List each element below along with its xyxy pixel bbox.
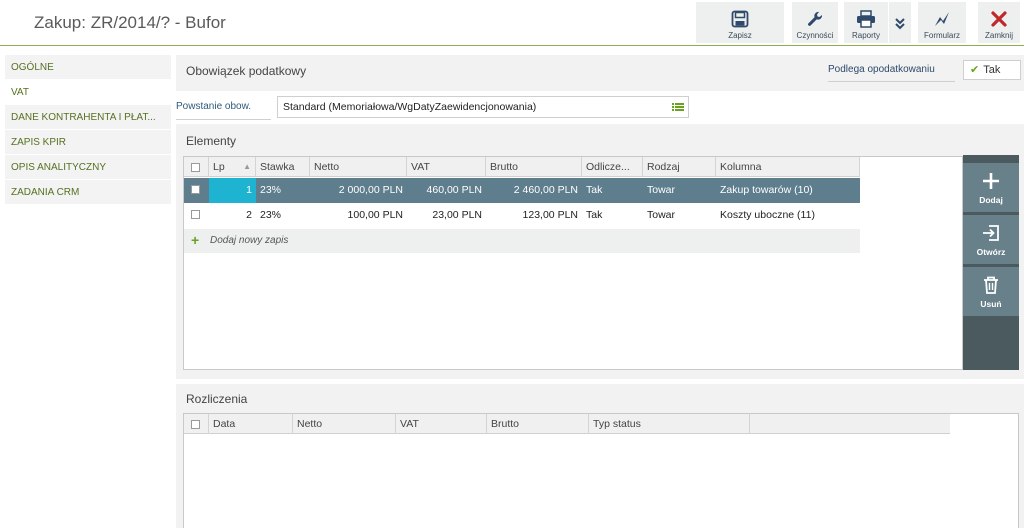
reports-dropdown-button[interactable] <box>889 2 911 43</box>
col-vat[interactable]: VAT <box>407 157 486 177</box>
cell-net[interactable]: 100,00 PLN <box>310 203 407 228</box>
save-button[interactable]: Zapisz <box>696 2 784 43</box>
delete-button[interactable]: Usuń <box>963 267 1019 317</box>
chevron-down-icon <box>895 17 905 29</box>
cell-lp[interactable]: 2 <box>209 203 256 228</box>
col-kind[interactable]: Rodzaj <box>643 157 716 177</box>
cell-deduct[interactable]: Tak <box>582 203 643 228</box>
cell-rate[interactable]: 23% <box>256 203 310 228</box>
nav-item-kpir[interactable]: ZAPIS KPIR <box>5 130 171 155</box>
open-button[interactable]: Otwórz <box>963 215 1019 265</box>
origin-select[interactable]: Standard (Memoriałowa/WgDatyZaewidencjon… <box>277 96 689 118</box>
row-checkbox[interactable] <box>191 210 200 219</box>
add-new-row[interactable]: + Dodaj nowy zapis <box>184 229 860 253</box>
open-label: Otwórz <box>976 246 1006 257</box>
delete-label: Usuń <box>980 298 1002 309</box>
add-label: Dodaj <box>979 194 1003 205</box>
cell-kind[interactable]: Towar <box>643 178 716 203</box>
cell-vat[interactable]: 23,00 PLN <box>407 203 486 228</box>
close-button[interactable]: Zamknij <box>978 2 1020 43</box>
cell-gross[interactable]: 2 460,00 PLN <box>486 178 582 203</box>
col-status-type[interactable]: Typ status <box>589 414 750 434</box>
taxable-label: Podlega opodatkowaniu <box>828 64 955 82</box>
table-row[interactable]: 2 23% 100,00 PLN 23,00 PLN 123,00 PLN Ta… <box>184 203 860 228</box>
col-rate[interactable]: Stawka <box>256 157 310 177</box>
printer-icon <box>857 10 875 28</box>
elements-actions-panel: Dodaj Otwórz Usuń <box>963 155 1019 370</box>
plus-icon: + <box>191 232 200 248</box>
cell-rate[interactable]: 23% <box>256 178 310 203</box>
list-icon <box>672 103 684 111</box>
col-settle-net[interactable]: Netto <box>293 414 396 434</box>
elements-title: Elementy <box>186 134 237 148</box>
lightning-icon <box>935 12 949 26</box>
wrench-icon <box>808 11 823 26</box>
reports-button[interactable]: Raporty <box>844 2 888 43</box>
settlements-select-all-checkbox[interactable] <box>191 420 200 429</box>
reports-label: Raporty <box>851 31 880 40</box>
settlements-select-all-cell[interactable] <box>184 414 209 434</box>
actions-label: Czynności <box>796 31 834 40</box>
form-button[interactable]: Formularz <box>918 2 966 43</box>
nav-item-vat[interactable]: VAT <box>5 80 171 105</box>
row-select-cell[interactable] <box>184 203 209 228</box>
check-icon: ✔ <box>970 64 980 76</box>
taxable-value: Tak <box>983 64 1001 76</box>
col-settle-gross[interactable]: Brutto <box>487 414 589 434</box>
col-date[interactable]: Data <box>209 414 293 434</box>
col-net[interactable]: Netto <box>310 157 407 177</box>
settlements-grid: Data Netto VAT Brutto Typ status <box>183 413 1019 528</box>
cell-vat[interactable]: 460,00 PLN <box>407 178 486 203</box>
elements-grid: Lp ▲ Stawka Netto VAT Brutto Odlicze... … <box>183 156 963 370</box>
col-deduct[interactable]: Odlicze... <box>582 157 643 177</box>
elements-grid-header: Lp ▲ Stawka Netto VAT Brutto Odlicze... … <box>184 157 860 177</box>
table-row[interactable]: 1 23% 2 000,00 PLN 460,00 PLN 2 460,00 P… <box>184 178 860 203</box>
nav-item-contractor[interactable]: DANE KONTRAHENTA I PŁAT... <box>5 105 171 130</box>
cell-column[interactable]: Koszty uboczne (11) <box>716 203 860 228</box>
add-new-label: Dodaj nowy zapis <box>210 235 289 246</box>
window-title: Zakup: ZR/2014/? - Bufor <box>34 13 226 32</box>
open-icon <box>983 224 999 241</box>
taxable-toggle[interactable]: ✔ Tak <box>963 60 1021 80</box>
trash-icon <box>984 276 998 294</box>
cell-kind[interactable]: Towar <box>643 203 716 228</box>
col-gross[interactable]: Brutto <box>486 157 582 177</box>
cell-gross[interactable]: 123,00 PLN <box>486 203 582 228</box>
tax-section-title: Obowiązek podatkowy <box>186 64 307 78</box>
settlements-title: Rozliczenia <box>186 392 248 406</box>
select-all-checkbox[interactable] <box>191 163 200 172</box>
origin-value: Standard (Memoriałowa/WgDatyZaewidencjon… <box>283 101 537 113</box>
add-button[interactable]: Dodaj <box>963 163 1019 213</box>
col-settle-vat[interactable]: VAT <box>396 414 487 434</box>
sort-asc-icon: ▲ <box>243 162 251 171</box>
cell-column[interactable]: Zakup towarów (10) <box>716 178 860 203</box>
cell-net[interactable]: 2 000,00 PLN <box>310 178 407 203</box>
form-label: Formularz <box>923 31 960 40</box>
origin-label: Powstanie obow. <box>176 101 271 120</box>
section-nav: OGÓLNE VAT DANE KONTRAHENTA I PŁAT... ZA… <box>5 55 171 205</box>
row-checkbox[interactable] <box>191 185 200 194</box>
nav-item-analytical[interactable]: OPIS ANALITYCZNY <box>5 155 171 180</box>
nav-item-crm[interactable]: ZADANIA CRM <box>5 180 171 205</box>
select-all-cell[interactable] <box>184 157 209 177</box>
cell-deduct[interactable]: Tak <box>582 178 643 203</box>
plus-icon <box>983 172 999 189</box>
settlements-grid-header: Data Netto VAT Brutto Typ status <box>184 414 950 434</box>
save-icon <box>731 10 749 28</box>
col-column[interactable]: Kolumna <box>716 157 860 177</box>
close-icon <box>991 11 1007 27</box>
save-label: Zapisz <box>728 31 752 40</box>
col-lp[interactable]: Lp ▲ <box>209 157 256 177</box>
window-header: Zakup: ZR/2014/? - Bufor Zapisz Czynnośc… <box>0 0 1024 46</box>
close-label: Zamknij <box>984 31 1013 40</box>
nav-item-general[interactable]: OGÓLNE <box>5 55 171 80</box>
actions-button[interactable]: Czynności <box>792 2 838 43</box>
cell-lp[interactable]: 1 <box>209 178 256 203</box>
row-select-cell[interactable] <box>184 178 209 203</box>
